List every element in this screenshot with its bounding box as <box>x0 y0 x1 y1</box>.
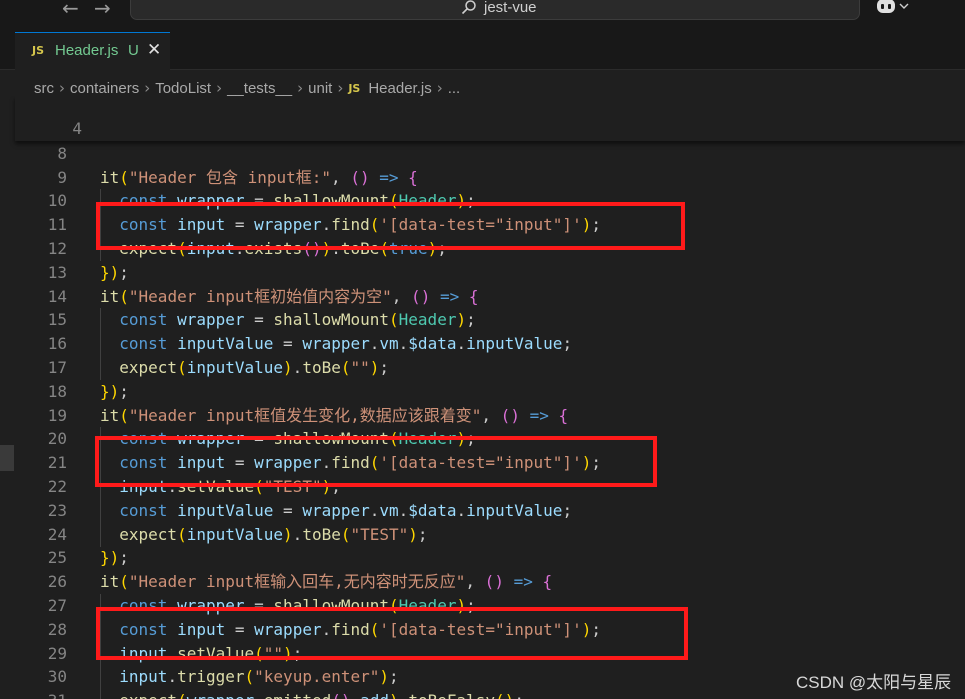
tab-header-js[interactable]: JS Header.js U ✕ <box>15 32 170 70</box>
code-line[interactable]: 13}); <box>0 261 965 285</box>
code-line[interactable]: 19 it("Header input框值发生变化,数据应该跟着变", () =>… <box>0 404 965 428</box>
breadcrumb-item-tests[interactable]: __tests__ <box>227 80 292 97</box>
code-text: it("Header input框初始值内容为空", () => { <box>100 286 479 306</box>
breadcrumb-item-src[interactable]: src <box>34 80 54 97</box>
breadcrumb-item-unit[interactable]: unit <box>308 80 332 97</box>
untracked-badge: U <box>128 42 139 59</box>
code-text: const inputValue = wrapper.vm.$data.inpu… <box>119 334 573 354</box>
line-number: 22 <box>47 477 67 496</box>
code-line[interactable]: 16 const inputValue = wrapper.vm.$data.i… <box>0 332 965 357</box>
line-number: 26 <box>47 572 67 592</box>
line-number: 27 <box>47 596 67 615</box>
workspace-name: jest-vue <box>484 0 537 16</box>
code-line[interactable]: 17 expect(inputValue).toBe(""); <box>0 356 965 380</box>
code-text: const inputValue = wrapper.vm.$data.inpu… <box>119 500 573 520</box>
code-text: it("Header 包含 input框:", () => { <box>100 167 418 187</box>
javascript-file-icon: JS <box>348 81 361 95</box>
line-number: 31 <box>20 689 67 699</box>
code-text: input.trigger("keyup.enter"); <box>119 667 399 687</box>
close-icon[interactable]: ✕ <box>147 40 161 60</box>
code-line[interactable]: 15 const wrapper = shallowMount(Header); <box>0 308 965 333</box>
code-text: expect(wrapper.emitted().add).toBeFalsy(… <box>100 689 524 699</box>
line-number: 28 <box>47 619 67 639</box>
code-line[interactable]: 25}); <box>0 546 965 570</box>
sticky-code-line[interactable]: 4 it("Header 包含 input框:", () => { <box>15 96 965 138</box>
code-line[interactable]: 26 it("Header input框输入回车,无内容时无反应", () => … <box>0 570 965 594</box>
copilot-icon[interactable] <box>875 0 909 17</box>
forward-arrow-icon[interactable]: → <box>94 0 111 20</box>
breadcrumb-item-symbol[interactable]: ... <box>448 80 461 97</box>
chevron-right-icon: › <box>144 79 151 97</box>
title-bar: ← → jest-vue <box>0 0 965 22</box>
code-line[interactable]: 14 it("Header input框初始值内容为空", () => { <box>0 285 965 309</box>
highlight-box <box>96 202 685 250</box>
chevron-right-icon: › <box>216 79 223 97</box>
line-number: 17 <box>47 358 67 377</box>
line-number: 9 <box>57 167 67 187</box>
breadcrumb-item-todolist[interactable]: TodoList <box>155 80 211 97</box>
line-number: 14 <box>47 286 67 306</box>
code-text: expect(inputValue).toBe(""); <box>119 358 390 377</box>
javascript-file-icon: JS <box>32 44 45 57</box>
tab-label: Header.js <box>55 42 119 59</box>
line-number: 12 <box>47 239 67 258</box>
code-text: expect(inputValue).toBe("TEST"); <box>119 524 428 544</box>
chevron-right-icon: › <box>297 79 304 97</box>
breadcrumb: src › containers › TodoList › __tests__ … <box>34 78 460 98</box>
line-number: 8 <box>57 143 67 163</box>
breadcrumb-item-containers[interactable]: containers <box>70 80 139 97</box>
code-text: }); <box>100 381 129 401</box>
code-text: }); <box>100 548 129 568</box>
line-number: 30 <box>47 667 67 687</box>
sticky-scroll-header[interactable]: 4 it("Header 包含 input框:", () => { <box>15 96 965 141</box>
chevron-right-icon: › <box>59 79 65 97</box>
line-number: 24 <box>47 524 67 544</box>
code-text: const wrapper = shallowMount(Header); <box>119 310 476 330</box>
command-center-search[interactable]: jest-vue <box>130 0 860 20</box>
line-number: 4 <box>72 119 82 138</box>
breadcrumb-item-file[interactable]: Header.js <box>368 80 431 97</box>
chevron-right-icon: › <box>436 79 443 97</box>
line-number: 19 <box>47 405 67 425</box>
code-line[interactable]: 18}); <box>0 380 965 404</box>
back-arrow-icon[interactable]: ← <box>62 0 79 20</box>
line-number: 16 <box>47 334 67 354</box>
code-line[interactable]: 8 <box>0 142 965 166</box>
code-text: it("Header input框输入回车,无内容时无反应", () => { <box>100 572 553 592</box>
tab-bar: JS Header.js U ✕ <box>0 22 965 70</box>
highlight-box <box>96 607 688 660</box>
line-number: 18 <box>47 381 67 401</box>
code-text: }); <box>100 262 129 282</box>
chevron-right-icon: › <box>337 79 344 97</box>
watermark: CSDN @太阳与星辰 <box>796 673 952 692</box>
code-text: it("Header input框值发生变化,数据应该跟着变", () => { <box>100 405 569 425</box>
line-number: 11 <box>47 215 67 235</box>
code-line[interactable]: 9 it("Header 包含 input框:", () => { <box>0 166 965 190</box>
code-line[interactable]: 23 const inputValue = wrapper.vm.$data.i… <box>0 498 965 523</box>
line-number: 10 <box>47 191 67 211</box>
search-icon <box>461 0 476 15</box>
line-number: 20 <box>47 429 67 449</box>
line-number: 25 <box>47 548 67 568</box>
line-number: 15 <box>47 310 67 330</box>
line-number: 29 <box>47 643 67 663</box>
line-number: 13 <box>47 262 67 282</box>
line-number: 23 <box>47 500 67 520</box>
code-line[interactable]: 24 expect(inputValue).toBe("TEST"); <box>0 522 965 547</box>
line-number: 21 <box>47 453 67 473</box>
highlight-box <box>95 436 657 487</box>
